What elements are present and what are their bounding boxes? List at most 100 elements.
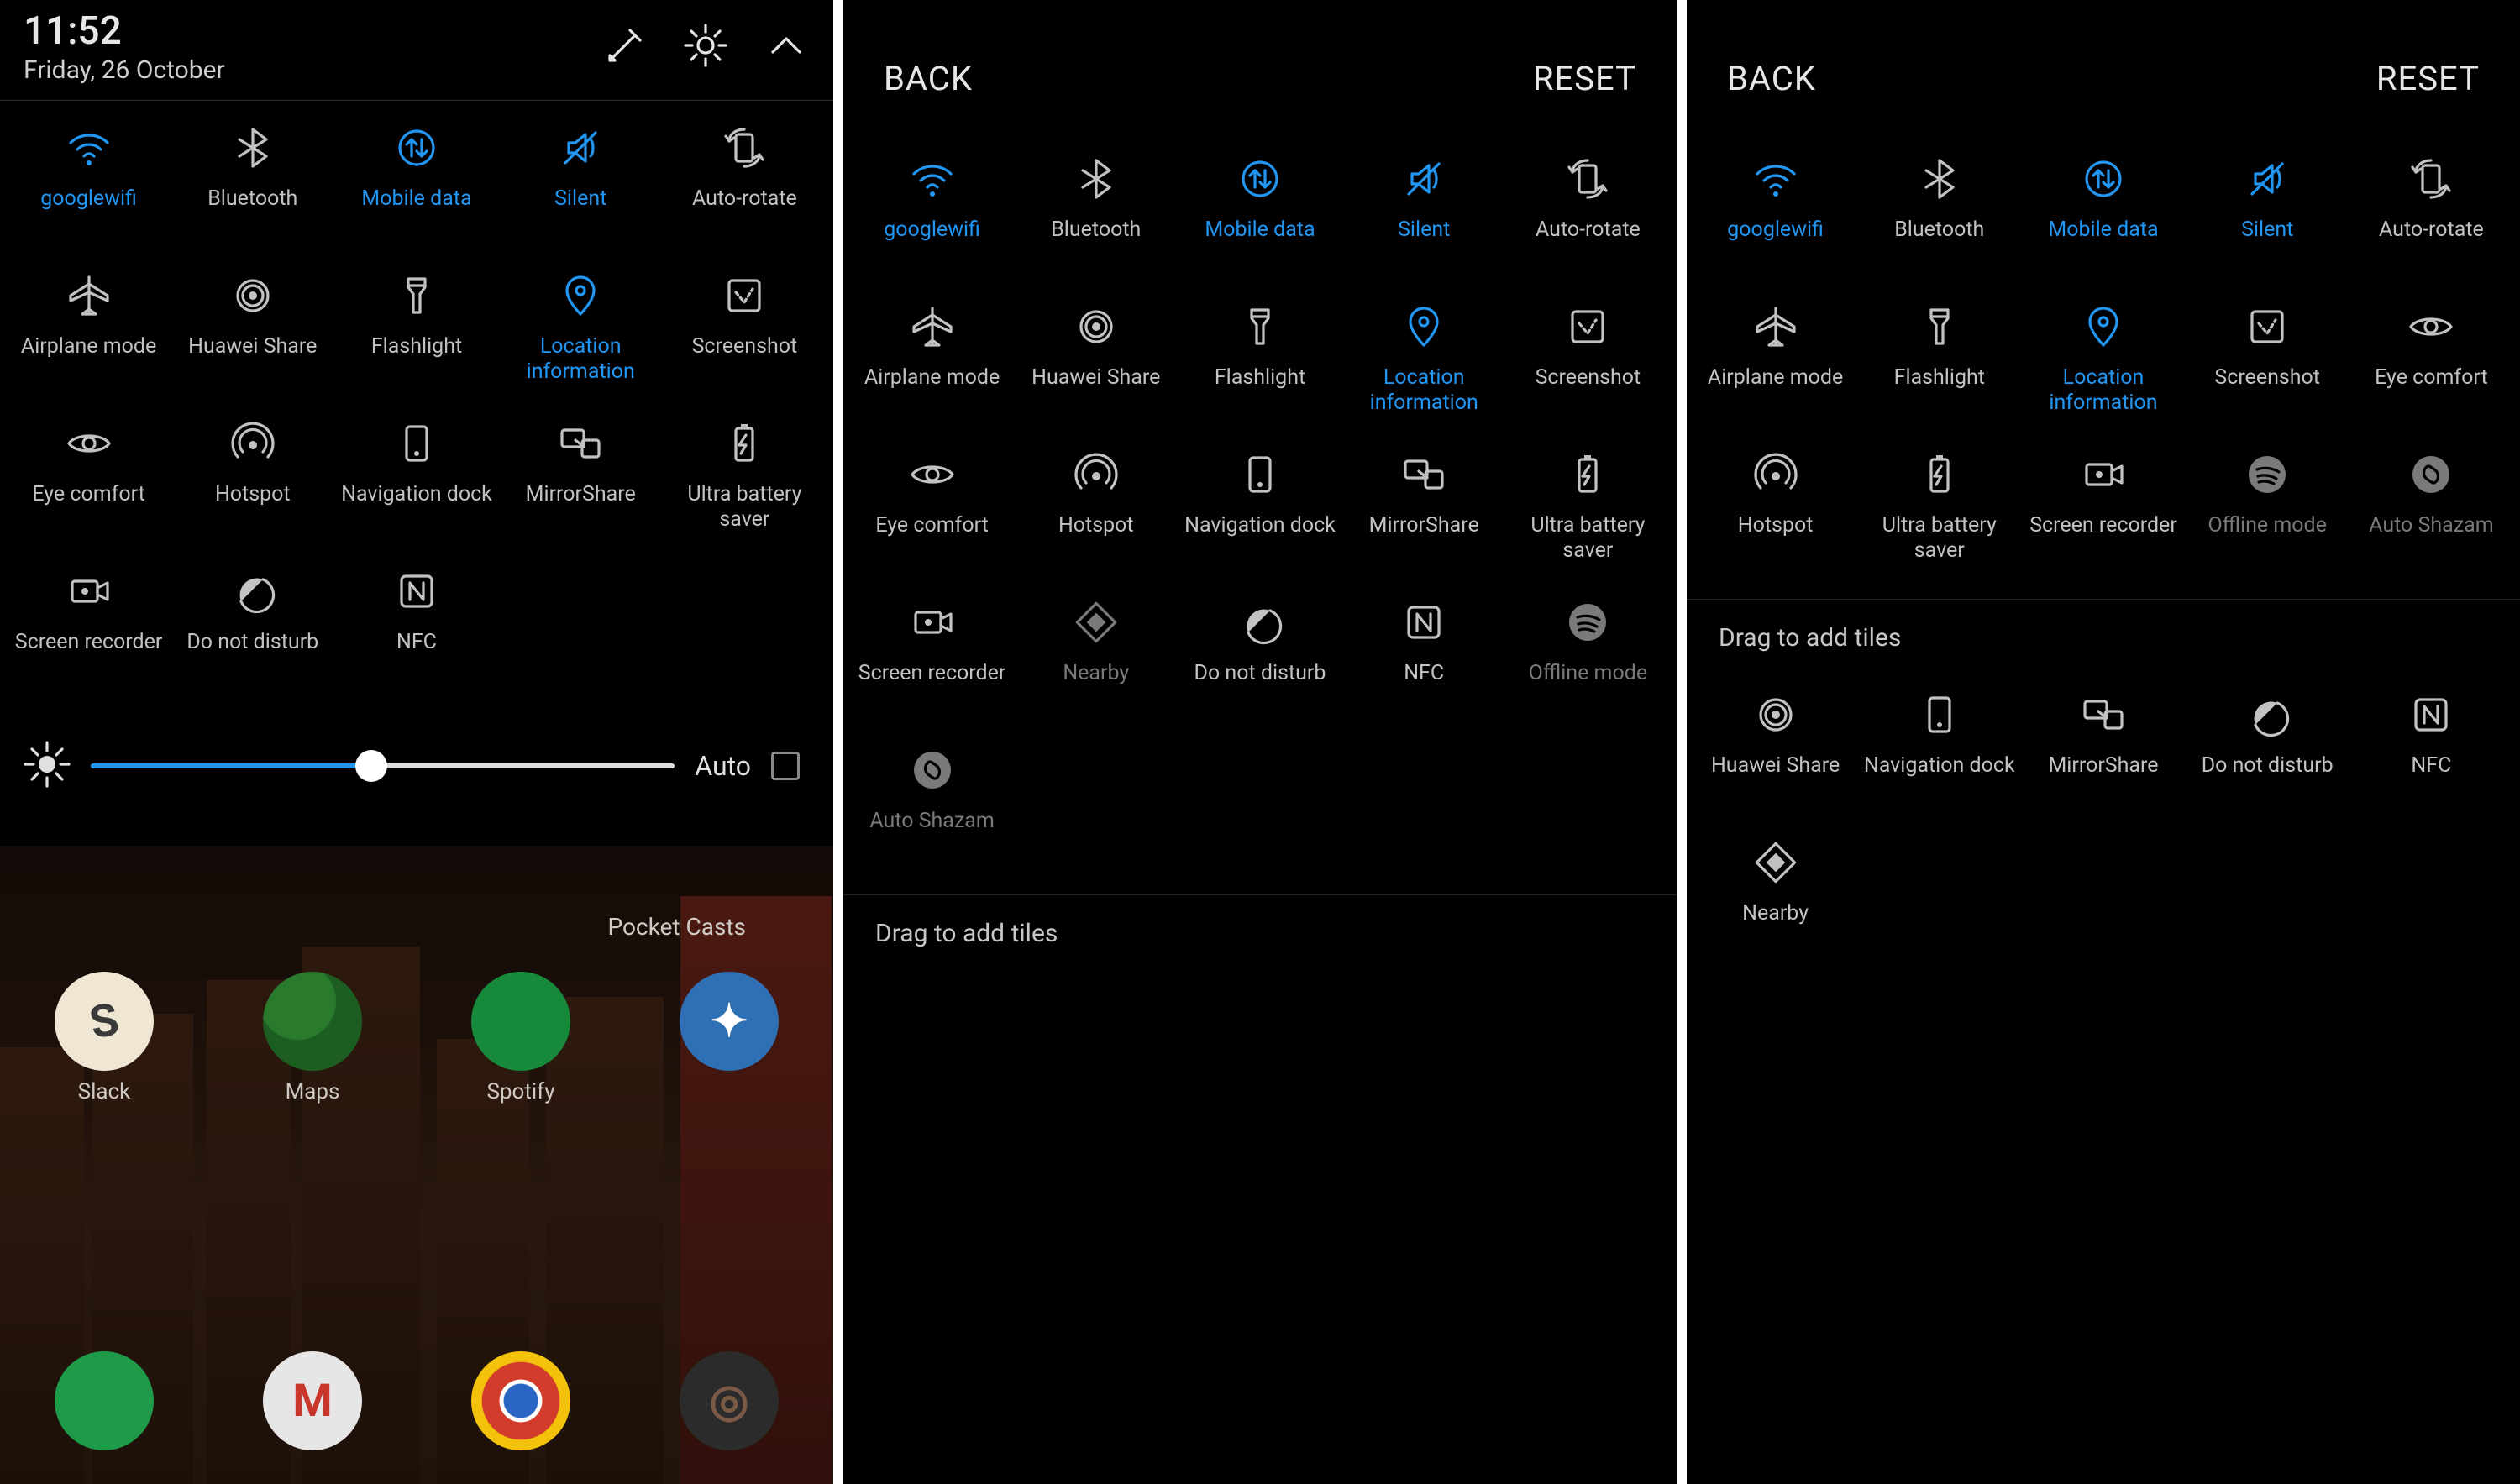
app-last[interactable]: ◎ (680, 1351, 779, 1450)
app-gm[interactable]: M (263, 1351, 362, 1450)
tile-label: Navigation dock (1864, 753, 2015, 779)
screenrec-icon (2078, 449, 2129, 500)
tile-label: Navigation dock (341, 482, 492, 507)
reset-button[interactable]: RESET (2376, 59, 2480, 98)
tile-dnd[interactable]: Do not disturb (2186, 684, 2349, 832)
tile-wifi[interactable]: googlewifi (7, 118, 171, 265)
tile-shazam[interactable]: Auto Shazam (850, 740, 1014, 888)
tile-label: googlewifi (1727, 218, 1824, 243)
app-Maps[interactable]: Maps (263, 972, 362, 1104)
tile-screenshot[interactable]: Screenshot (663, 265, 827, 413)
tile-eye[interactable]: Eye comfort (7, 413, 171, 561)
tile-mobiledata[interactable]: Mobile data (334, 118, 498, 265)
tile-eye[interactable]: Eye comfort (2349, 296, 2513, 444)
tile-mirrorshare[interactable]: MirrorShare (2021, 684, 2185, 832)
tile-autorotate[interactable]: Auto-rotate (1506, 149, 1670, 296)
tile-nfc[interactable]: NFC (334, 561, 498, 709)
tile-airplane[interactable]: Airplane mode (7, 265, 171, 413)
tile-huaweishare[interactable]: Huawei Share (1693, 684, 1857, 832)
tile-bluetooth[interactable]: Bluetooth (1014, 149, 1178, 296)
tile-autorotate[interactable]: Auto-rotate (2349, 149, 2513, 296)
tile-screenrec[interactable]: Screen recorder (2021, 444, 2185, 592)
brightness-slider[interactable] (91, 749, 675, 783)
auto-brightness-label: Auto (695, 750, 751, 782)
tile-wifi[interactable]: googlewifi (850, 149, 1014, 296)
mirrorshare-icon (1399, 449, 1449, 500)
tile-mobiledata[interactable]: Mobile data (1178, 149, 1341, 296)
tile-nearby[interactable]: Nearby (1014, 592, 1178, 740)
tile-mirrorshare[interactable]: MirrorShare (1342, 444, 1506, 592)
tile-shazam[interactable]: Auto Shazam (2349, 444, 2513, 592)
tile-airplane[interactable]: Airplane mode (850, 296, 1014, 444)
app-icon: M (263, 1351, 362, 1450)
back-button[interactable]: BACK (884, 59, 973, 98)
tile-huaweishare[interactable]: Huawei Share (171, 265, 334, 413)
tile-bluetooth[interactable]: Bluetooth (1857, 149, 2021, 296)
tile-label: Flashlight (1894, 365, 1985, 391)
home-wallpaper: Pocket Casts SSlackMapsSpotify✦ M◎ (0, 846, 833, 1484)
collapse-icon[interactable] (763, 22, 810, 72)
tile-mirrorshare[interactable]: MirrorShare (499, 413, 663, 561)
tile-screenshot[interactable]: Screenshot (1506, 296, 1670, 444)
tile-spotify[interactable]: Offline mode (2186, 444, 2349, 592)
tile-hotspot[interactable]: Hotspot (1693, 444, 1857, 592)
tile-hotspot[interactable]: Hotspot (1014, 444, 1178, 592)
silent-icon (2242, 154, 2292, 204)
tile-screenshot[interactable]: Screenshot (2186, 296, 2349, 444)
auto-brightness-checkbox[interactable] (771, 752, 800, 780)
tile-label: Nearby (1063, 661, 1129, 686)
tile-navdock[interactable]: Navigation dock (334, 413, 498, 561)
tile-hotspot[interactable]: Hotspot (171, 413, 334, 561)
tile-nearby[interactable]: Nearby (1693, 832, 1857, 980)
tile-battery[interactable]: Ultra battery saver (1506, 444, 1670, 592)
tile-flashlight[interactable]: Flashlight (1857, 296, 2021, 444)
bluetooth-icon (1914, 154, 1965, 204)
tile-wifi[interactable]: googlewifi (1693, 149, 1857, 296)
tile-silent[interactable]: Silent (2186, 149, 2349, 296)
tile-label: Hotspot (1058, 513, 1134, 538)
app-chrome[interactable] (471, 1351, 570, 1450)
tile-eye[interactable]: Eye comfort (850, 444, 1014, 592)
tile-label: Auto-rotate (692, 186, 797, 212)
app-Slack[interactable]: SSlack (55, 972, 154, 1104)
tile-dnd[interactable]: Do not disturb (1178, 592, 1341, 740)
back-button[interactable]: BACK (1727, 59, 1816, 98)
huaweishare-icon (228, 270, 278, 321)
tile-label: Do not disturb (186, 630, 318, 655)
tile-location[interactable]: Location information (2021, 296, 2185, 444)
tile-huaweishare[interactable]: Huawei Share (1014, 296, 1178, 444)
tile-airplane[interactable]: Airplane mode (1693, 296, 1857, 444)
tile-bluetooth[interactable]: Bluetooth (171, 118, 334, 265)
tile-navdock[interactable]: Navigation dock (1857, 684, 2021, 832)
tile-battery[interactable]: Ultra battery saver (663, 413, 827, 561)
app-icon: ✦ (680, 972, 779, 1071)
tile-flashlight[interactable]: Flashlight (1178, 296, 1341, 444)
edit-icon[interactable] (601, 22, 648, 72)
tile-flashlight[interactable]: Flashlight (334, 265, 498, 413)
tile-location[interactable]: Location information (1342, 296, 1506, 444)
tile-label: Eye comfort (875, 513, 989, 538)
app-rocket[interactable]: ✦ (680, 972, 779, 1104)
app-Spotify[interactable]: Spotify (471, 972, 570, 1104)
tile-label: Auto-rotate (2379, 218, 2484, 243)
tile-silent[interactable]: Silent (499, 118, 663, 265)
hotspot-icon (1751, 449, 1801, 500)
tile-nfc[interactable]: NFC (2349, 684, 2513, 832)
app-wa[interactable] (55, 1351, 154, 1450)
tile-spotify[interactable]: Offline mode (1506, 592, 1670, 740)
settings-icon[interactable] (682, 22, 729, 72)
tile-screenrec[interactable]: Screen recorder (850, 592, 1014, 740)
tile-mobiledata[interactable]: Mobile data (2021, 149, 2185, 296)
tile-navdock[interactable]: Navigation dock (1178, 444, 1341, 592)
home-apps-row-2: M◎ (0, 1351, 833, 1450)
reset-button[interactable]: RESET (1533, 59, 1636, 98)
tile-silent[interactable]: Silent (1342, 149, 1506, 296)
flashlight-icon (391, 270, 442, 321)
tile-nfc[interactable]: NFC (1342, 592, 1506, 740)
tile-location[interactable]: Location information (499, 265, 663, 413)
tile-autorotate[interactable]: Auto-rotate (663, 118, 827, 265)
airplane-icon (64, 270, 114, 321)
tile-screenrec[interactable]: Screen recorder (7, 561, 171, 709)
tile-battery[interactable]: Ultra battery saver (1857, 444, 2021, 592)
tile-dnd[interactable]: Do not disturb (171, 561, 334, 709)
